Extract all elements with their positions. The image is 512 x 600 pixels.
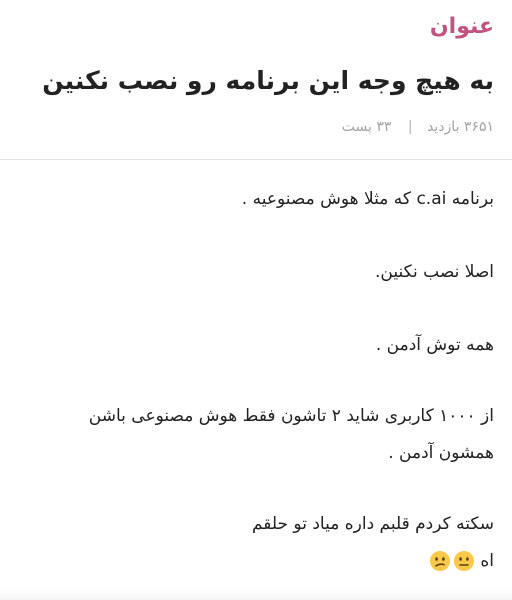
confused-face-icon	[429, 551, 450, 571]
app-name: c.ai	[416, 189, 447, 209]
paragraph-1-end: که مثلا هوش مصنوعیه .	[241, 189, 417, 209]
paragraph-4-line-2: همشون آدمن .	[388, 443, 494, 463]
paragraph-2: اصلا نصب نکنین.	[375, 262, 494, 282]
paragraph-5-line-1: سکته کردم قلبم داره میاد تو حلقم	[251, 514, 494, 534]
paragraph-5-text: اه	[480, 551, 494, 571]
header-divider	[0, 159, 512, 160]
post-meta: ۳۶۵۱ بازدید | ۳۳ پست	[342, 119, 494, 135]
paragraph-5: سکته کردم قلبم داره میاد تو حلقم اه	[40, 506, 494, 580]
paragraph-1: برنامه c.ai که مثلا هوش مصنوعیه .	[40, 181, 494, 218]
paragraph-5-line-2: اه	[40, 543, 494, 580]
paragraph-1-start: برنامه	[446, 189, 494, 209]
view-count: ۳۶۵۱ بازدید	[427, 119, 494, 135]
bottom-fade	[0, 590, 512, 600]
post-page: عنوان به هیچ وجه این برنامه رو نصب نکنین…	[0, 0, 512, 600]
meta-separator: |	[407, 119, 413, 135]
paragraph-3: همه توش آدمن .	[375, 335, 494, 355]
neutral-face-icon	[453, 551, 474, 571]
paragraph-4: از ۱۰۰۰ کاربری شاید ۲ تاشون فقط هوش مصنو…	[40, 398, 494, 472]
category-label[interactable]: عنوان	[430, 14, 494, 39]
emoji-row	[429, 550, 475, 572]
post-count: ۳۳ پست	[341, 119, 392, 135]
paragraph-4-line-1: از ۱۰۰۰ کاربری شاید ۲ تاشون فقط هوش مصنو…	[88, 406, 494, 426]
post-title: به هیچ وجه این برنامه رو نصب نکنین	[42, 66, 494, 95]
